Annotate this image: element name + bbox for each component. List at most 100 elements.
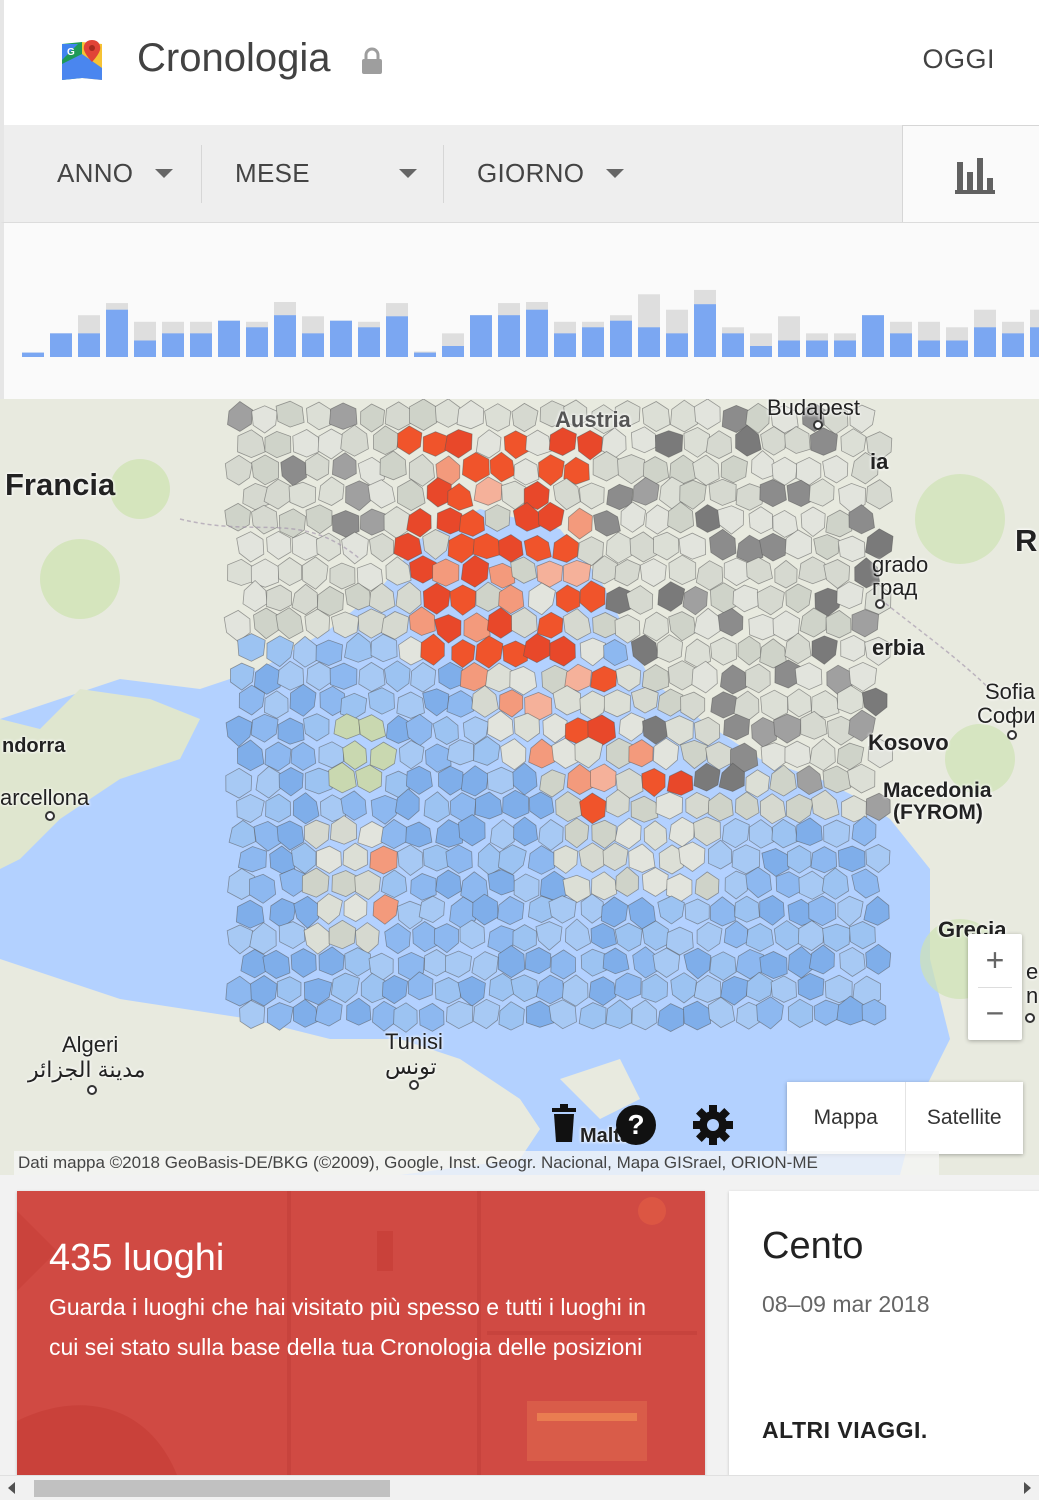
heatmap-cell bbox=[344, 947, 371, 977]
trip-card[interactable]: Cento 08–09 mar 2018 ALTRI VIAGGI. bbox=[729, 1191, 1039, 1475]
zoom-control: + − bbox=[968, 934, 1022, 1040]
today-button[interactable]: OGGI bbox=[922, 44, 995, 75]
heatmap-cell bbox=[460, 765, 489, 797]
heatmap-cell bbox=[590, 665, 618, 693]
heatmap-cell bbox=[693, 816, 721, 847]
heatmap-cell bbox=[605, 999, 633, 1029]
activity-histogram[interactable] bbox=[0, 223, 1039, 399]
year-dropdown[interactable]: ANNO bbox=[57, 125, 177, 222]
heatmap-cell bbox=[498, 1001, 525, 1031]
heatmap-cell bbox=[304, 819, 330, 850]
trash-icon[interactable] bbox=[550, 1104, 578, 1144]
heatmap-cell bbox=[574, 736, 604, 769]
heatmap-cell bbox=[670, 972, 697, 1004]
heatmap-cell bbox=[548, 895, 577, 924]
histogram-bar-day bbox=[106, 309, 128, 357]
horizontal-scrollbar[interactable] bbox=[0, 1475, 1039, 1500]
heatmap-cell bbox=[579, 580, 606, 613]
heatmap-cell bbox=[451, 639, 476, 669]
map-label: (FYROM) bbox=[893, 801, 983, 824]
heatmap-cell bbox=[837, 895, 864, 927]
heatmap-cell bbox=[432, 558, 460, 587]
svg-text:G: G bbox=[67, 47, 75, 58]
month-dropdown[interactable]: MESE bbox=[235, 125, 417, 222]
heatmap-cell bbox=[438, 765, 464, 796]
zoom-out-button[interactable]: − bbox=[968, 987, 1022, 1040]
places-card[interactable]: 435 luoghi Guarda i luoghi che hai visit… bbox=[17, 1191, 705, 1475]
heatmap-cell bbox=[759, 951, 788, 980]
heatmap-cell bbox=[542, 713, 568, 744]
help-icon[interactable]: ? bbox=[615, 1104, 657, 1146]
heatmap-cell bbox=[564, 918, 592, 952]
histogram-bar-day bbox=[246, 327, 268, 357]
heatmap-cell bbox=[748, 613, 777, 641]
app-header: G Cronologia OGGI bbox=[0, 0, 1039, 125]
more-trips-link[interactable]: ALTRI VIAGGI. bbox=[762, 1417, 928, 1444]
heatmap-cell bbox=[550, 949, 577, 980]
zoom-in-button[interactable]: + bbox=[968, 934, 1022, 987]
places-description: Guarda i luoghi che hai visitato più spe… bbox=[49, 1294, 647, 1360]
heatmap-cell bbox=[289, 683, 317, 717]
histogram-bar-day bbox=[134, 340, 156, 357]
day-dropdown-label: GIORNO bbox=[477, 158, 585, 188]
histogram-bar-day bbox=[442, 346, 464, 357]
heatmap-cell bbox=[657, 1003, 685, 1032]
scroll-right-icon[interactable] bbox=[1024, 1482, 1031, 1494]
heatmap-cell bbox=[384, 922, 411, 955]
histogram-bar-day bbox=[834, 340, 856, 357]
heatmap-cell bbox=[603, 689, 631, 718]
heatmap-cell bbox=[770, 975, 797, 1003]
heatmap-cell bbox=[535, 974, 565, 1005]
heatmap-cell bbox=[641, 867, 669, 897]
map-label: e bbox=[1026, 959, 1039, 984]
heatmap-cell bbox=[355, 764, 383, 794]
map-type-satellite-button[interactable]: Satellite bbox=[904, 1082, 1024, 1154]
heatmap-cell bbox=[600, 896, 629, 928]
map-label: Sofia bbox=[985, 679, 1036, 704]
heatmap-cell bbox=[278, 921, 306, 950]
scrollbar-thumb[interactable] bbox=[34, 1480, 390, 1497]
heatmap-cell bbox=[707, 792, 734, 822]
map-label: Francia bbox=[5, 467, 116, 502]
heatmap-cell bbox=[383, 660, 411, 693]
heatmap-cell bbox=[745, 769, 770, 798]
heatmap-cell bbox=[354, 869, 381, 900]
heatmap-cell bbox=[250, 713, 279, 743]
heatmap-cell bbox=[615, 664, 642, 692]
heatmap-cell bbox=[293, 895, 320, 929]
heatmap-cell bbox=[316, 845, 342, 874]
heatmap-cell bbox=[344, 632, 373, 663]
histogram-bar-day bbox=[22, 352, 44, 357]
histogram-bar-day bbox=[274, 315, 296, 357]
map-view[interactable]: Austria Budapest Francia R ia grado град… bbox=[0, 399, 1039, 1175]
heatmap-cell bbox=[265, 793, 291, 823]
heatmap-cell bbox=[472, 998, 501, 1030]
scroll-left-icon[interactable] bbox=[8, 1482, 15, 1494]
page-title: Cronologia bbox=[137, 36, 331, 80]
map-label: Kosovo bbox=[868, 730, 949, 755]
svg-text:?: ? bbox=[627, 1109, 644, 1140]
heatmap-cell bbox=[358, 714, 387, 742]
day-dropdown[interactable]: GIORNO bbox=[477, 125, 627, 222]
heatmap-cell bbox=[614, 922, 643, 952]
heatmap-cell bbox=[445, 950, 472, 978]
lock-icon bbox=[362, 47, 382, 74]
heatmap-cell bbox=[590, 922, 617, 950]
heatmap-cell bbox=[614, 972, 642, 1001]
heatmap-cell bbox=[290, 948, 317, 978]
heatmap-cell bbox=[756, 996, 784, 1030]
heatmap-cell bbox=[694, 871, 720, 901]
heatmap-cell bbox=[346, 997, 372, 1026]
chevron-down-icon bbox=[399, 169, 417, 178]
year-dropdown-label: ANNO bbox=[57, 158, 134, 188]
heatmap-cell bbox=[250, 975, 278, 1007]
heatmap-cell bbox=[343, 893, 368, 922]
heatmap-cell bbox=[471, 951, 499, 981]
gear-icon[interactable] bbox=[692, 1104, 734, 1146]
histogram-bar-day bbox=[358, 327, 380, 357]
summary-cards: 435 luoghi Guarda i luoghi che hai visit… bbox=[0, 1175, 1039, 1475]
heatmap-cell bbox=[721, 817, 750, 849]
heatmap-cell bbox=[369, 741, 398, 771]
chart-toggle-button[interactable] bbox=[902, 125, 1039, 222]
map-type-map-button[interactable]: Mappa bbox=[787, 1082, 905, 1154]
